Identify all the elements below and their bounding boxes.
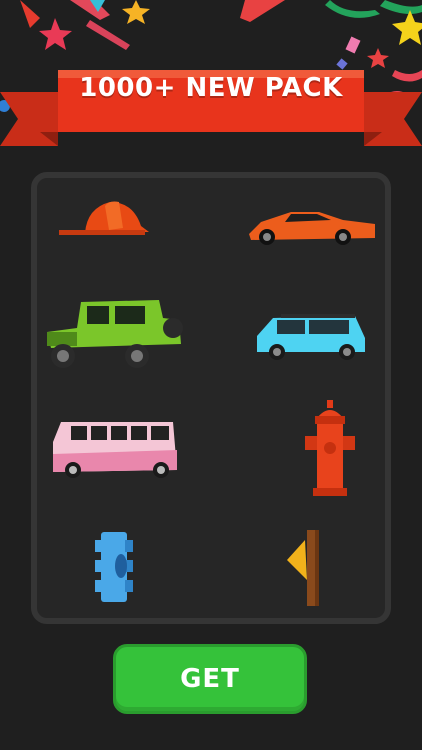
grid-item-gear xyxy=(37,508,211,618)
blue-gear-icon xyxy=(95,532,133,602)
pink-van-icon xyxy=(53,422,177,478)
items-grid xyxy=(37,178,385,618)
grid-item-helmet xyxy=(37,178,211,288)
blue-suv-icon xyxy=(257,314,365,360)
grid-item-arrow-sign xyxy=(211,508,385,618)
grid-item-suv xyxy=(211,288,385,398)
yellow-arrow-sign-icon xyxy=(287,530,319,606)
grid-item-supercar xyxy=(211,178,385,288)
grid-item-van xyxy=(37,398,211,508)
banner-title: 1000+ NEW PACK xyxy=(79,73,343,103)
green-jeep-icon xyxy=(47,300,183,368)
firefighter-helmet-icon xyxy=(59,201,149,235)
grid-item-jeep xyxy=(37,288,211,398)
fire-hydrant-icon xyxy=(305,400,355,496)
grid-item-hydrant xyxy=(211,398,385,508)
get-button[interactable]: GET xyxy=(113,644,307,714)
orange-supercar-icon xyxy=(249,212,375,245)
